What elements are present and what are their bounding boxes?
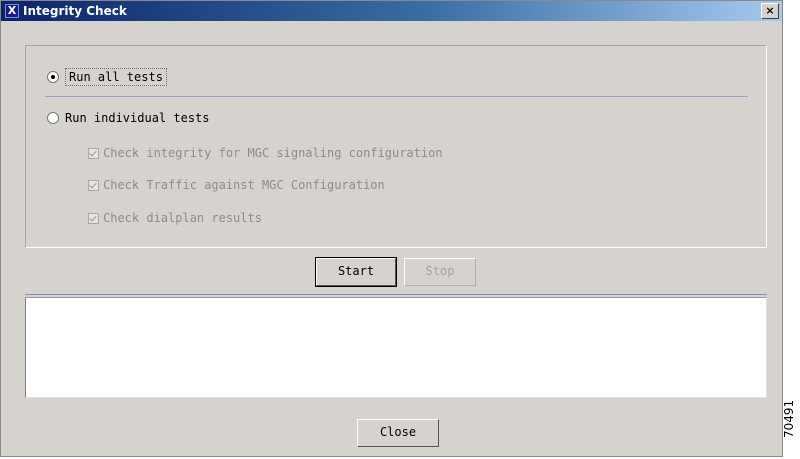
run-all-radio[interactable] <box>47 71 59 83</box>
results-divider <box>25 294 767 295</box>
check-dialplan-label: Check dialplan results <box>103 211 262 225</box>
close-icon: × <box>765 4 775 17</box>
window-title: Integrity Check <box>23 4 127 18</box>
run-all-label: Run all tests <box>65 68 167 86</box>
integrity-check-dialog: X Integrity Check × Run all tests Run in… <box>0 0 783 457</box>
start-button[interactable]: Start <box>315 257 397 287</box>
check-traffic-mgc[interactable]: Check Traffic against MGC Configuration <box>88 176 385 194</box>
close-button[interactable]: Close <box>357 419 439 447</box>
run-all-tests-option[interactable]: Run all tests <box>47 67 167 87</box>
run-individual-radio[interactable] <box>47 112 59 124</box>
check-traffic-mgc-label: Check Traffic against MGC Configuration <box>103 178 385 192</box>
app-icon: X <box>5 4 19 18</box>
check-mgc-signaling[interactable]: Check integrity for MGC signaling config… <box>88 144 443 162</box>
run-individual-tests-option[interactable]: Run individual tests <box>47 108 210 128</box>
options-divider <box>45 96 748 97</box>
check-dialplan-checkbox[interactable] <box>88 212 99 224</box>
results-area[interactable] <box>25 297 767 398</box>
check-mgc-signaling-label: Check integrity for MGC signaling config… <box>103 146 443 160</box>
check-traffic-mgc-checkbox[interactable] <box>88 179 99 191</box>
figure-id: 70491 <box>782 399 796 438</box>
check-dialplan[interactable]: Check dialplan results <box>88 209 262 227</box>
stop-button[interactable]: Stop <box>404 258 476 286</box>
close-window-button[interactable]: × <box>761 3 779 19</box>
check-mgc-signaling-checkbox[interactable] <box>88 147 99 159</box>
title-bar[interactable]: X Integrity Check × <box>1 1 782 21</box>
run-individual-label: Run individual tests <box>65 111 210 125</box>
